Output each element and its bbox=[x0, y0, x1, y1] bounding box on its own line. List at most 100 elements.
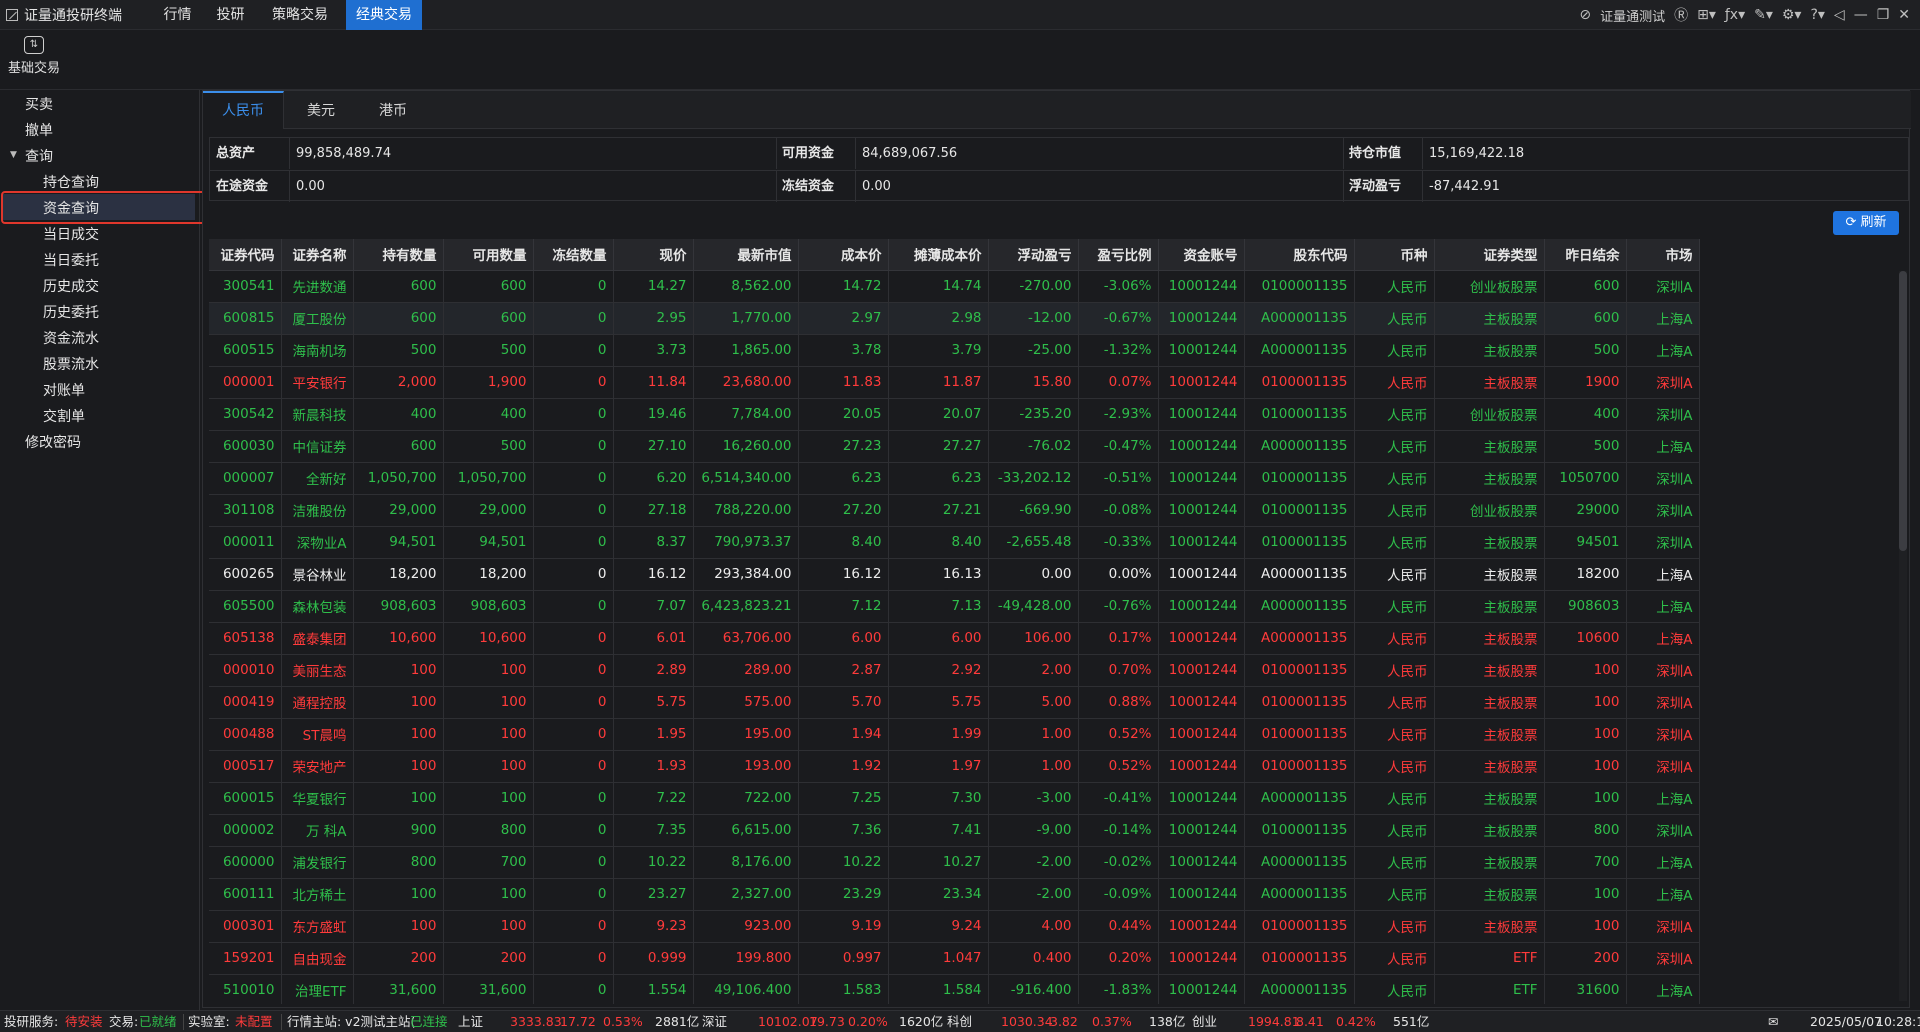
table-cell: 600 bbox=[1544, 302, 1627, 335]
eye-hide-icon[interactable]: ⊘ bbox=[1579, 7, 1591, 23]
sidebar-item-change-password[interactable]: 修改密码 bbox=[25, 431, 81, 455]
tab-hkd[interactable]: 港币 bbox=[357, 91, 429, 129]
sidebar-item-settlement[interactable]: 交割单 bbox=[43, 405, 85, 429]
settings-gear-icon[interactable]: ⚙▾ bbox=[1782, 7, 1802, 23]
table-row[interactable]: 300542 新晨科技 400 400 0 19.46 7,784.00 20.05 20.07… bbox=[209, 398, 1700, 431]
sidebar-item-cancel[interactable]: 撤单 bbox=[25, 119, 53, 143]
back-arrow-icon[interactable]: ◁ bbox=[1834, 7, 1845, 23]
table-row[interactable]: 605138 盛泰集团 10,600 10,600 0 6.01 63,706.00 6.00… bbox=[209, 622, 1700, 655]
column-header[interactable]: 币种 bbox=[1354, 239, 1435, 271]
table-row[interactable]: 600815 厦工股份 600 600 0 2.95 1,770.00 2.97 2.98 -12… bbox=[209, 302, 1700, 335]
column-header[interactable]: 盈亏比例 bbox=[1078, 239, 1159, 271]
table-row[interactable]: 000301 东方盛虹 100 100 0 9.23 923.00 9.19 9.24 4.00 0… bbox=[209, 910, 1700, 943]
table-cell: 289.00 bbox=[693, 654, 799, 687]
table-cell: 20.05 bbox=[798, 398, 889, 431]
table-cell: 0.997 bbox=[798, 942, 889, 975]
refresh-label: 刷新 bbox=[1860, 215, 1887, 230]
minimize-icon[interactable]: — bbox=[1854, 7, 1868, 23]
user-icon[interactable]: Ⓡ bbox=[1674, 5, 1688, 25]
layout-grid-icon[interactable]: ⊞▾ bbox=[1697, 7, 1716, 23]
table-row[interactable]: 000010 美丽生态 100 100 0 2.89 289.00 2.87 2.92 2.00 0… bbox=[209, 654, 1700, 687]
table-cell: 主板股票 bbox=[1434, 526, 1545, 559]
index-sz-label[interactable]: 深证 bbox=[702, 1011, 727, 1032]
index-sh-change: 17.72 bbox=[560, 1014, 596, 1029]
close-icon[interactable]: ✕ bbox=[1898, 7, 1910, 23]
column-header[interactable]: 持有数量 bbox=[353, 239, 444, 271]
table-cell: 人民币 bbox=[1354, 910, 1435, 943]
index-kc-label[interactable]: 科创 bbox=[947, 1011, 972, 1032]
refresh-button[interactable]: ⟳ 刷新 bbox=[1833, 211, 1899, 235]
menu-research[interactable]: 投研 bbox=[208, 0, 253, 30]
table-row[interactable]: 600015 华夏银行 100 100 0 7.22 722.00 7.25 7.30 -3.00… bbox=[209, 782, 1700, 815]
table-cell: -3.00 bbox=[988, 782, 1079, 815]
sidebar-item-today-orders[interactable]: 当日委托 bbox=[43, 249, 99, 273]
column-header[interactable]: 成本价 bbox=[798, 239, 889, 271]
table-row[interactable]: 000011 深物业A 94,501 94,501 0 8.37 790,973.37 8.4… bbox=[209, 526, 1700, 559]
sidebar-item-stock-flow[interactable]: 股票流水 bbox=[43, 353, 99, 377]
table-row[interactable]: 000002 万 科A 900 800 0 7.35 6,615.00 7.36 7.41 -9.… bbox=[209, 814, 1700, 847]
sidebar-item-fund-flow[interactable]: 资金流水 bbox=[43, 327, 99, 351]
table-row[interactable]: 600515 海南机场 500 500 0 3.73 1,865.00 3.78 3.79 -25… bbox=[209, 334, 1700, 367]
basic-trade-button[interactable]: ⇅ 基础交易 bbox=[6, 34, 62, 84]
mail-icon[interactable]: ✉ bbox=[1768, 1011, 1778, 1032]
table-row[interactable]: 605500 森林包装 908,603 908,603 0 7.07 6,423,823.2… bbox=[209, 590, 1700, 623]
sidebar-item-history-trades[interactable]: 历史成交 bbox=[43, 275, 99, 299]
collapse-arrow-icon[interactable]: ▼ bbox=[10, 150, 17, 160]
column-header[interactable]: 市场 bbox=[1626, 239, 1700, 271]
index-cy-label[interactable]: 创业 bbox=[1192, 1011, 1217, 1032]
column-header[interactable]: 冻结数量 bbox=[533, 239, 614, 271]
table-row[interactable]: 000419 通程控股 100 100 0 5.75 575.00 5.70 5.75 5.00 0… bbox=[209, 686, 1700, 719]
username[interactable]: 证量通测试 bbox=[1600, 6, 1665, 25]
column-header[interactable]: 证券类型 bbox=[1434, 239, 1545, 271]
column-header[interactable]: 摊薄成本价 bbox=[888, 239, 989, 271]
table-cell: 2,000 bbox=[353, 366, 444, 399]
table-row[interactable]: 159201 自由现金 200 200 0 0.999 199.800 0.997 1.047 0… bbox=[209, 942, 1700, 975]
table-cell: 400 bbox=[353, 398, 444, 431]
table-cell: 7.30 bbox=[888, 782, 989, 815]
menu-strategy-trading[interactable]: 策略交易 bbox=[262, 0, 338, 30]
table-cell: 300542 bbox=[209, 398, 282, 431]
table-row[interactable]: 600111 北方稀土 100 100 0 23.27 2,327.00 23.29 23.34… bbox=[209, 878, 1700, 911]
app-title-area: 证量通投研终端 bbox=[0, 0, 122, 30]
table-row[interactable]: 000488 ST晨鸣 100 100 0 1.95 195.00 1.94 1.99 1.00 0… bbox=[209, 718, 1700, 751]
table-cell: 20.07 bbox=[888, 398, 989, 431]
index-sh-label[interactable]: 上证 bbox=[458, 1011, 483, 1032]
table-row[interactable]: 000001 平安银行 2,000 1,900 0 11.84 23,680.00 11.83… bbox=[209, 366, 1700, 399]
table-cell: 600265 bbox=[209, 558, 282, 591]
tab-usd[interactable]: 美元 bbox=[285, 91, 357, 129]
sidebar-item-today-trades[interactable]: 当日成交 bbox=[43, 223, 99, 247]
table-row[interactable]: 301108 洁雅股份 29,000 29,000 0 27.18 788,220.00 27… bbox=[209, 494, 1700, 527]
table-row[interactable]: 510010 治理ETF 31,600 31,600 0 1.554 49,106.400 1… bbox=[209, 974, 1700, 1004]
column-header[interactable]: 昨日结余 bbox=[1544, 239, 1627, 271]
column-header[interactable]: 最新市值 bbox=[693, 239, 799, 271]
sidebar-item-statement[interactable]: 对账单 bbox=[43, 379, 85, 403]
table-row[interactable]: 600000 浦发银行 800 700 0 10.22 8,176.00 10.22 10.27… bbox=[209, 846, 1700, 879]
column-header[interactable]: 证券名称 bbox=[281, 239, 354, 271]
tab-rmb[interactable]: 人民币 bbox=[203, 91, 284, 129]
scrollbar-thumb[interactable] bbox=[1899, 271, 1907, 551]
column-header[interactable]: 资金账号 bbox=[1158, 239, 1245, 271]
vertical-scrollbar[interactable] bbox=[1899, 271, 1907, 1001]
sidebar-item-query[interactable]: 查询 bbox=[25, 145, 53, 169]
table-row[interactable]: 000007 全新好 1,050,700 1,050,700 0 6.20 6,514,34… bbox=[209, 462, 1700, 495]
restore-icon[interactable]: ❐ bbox=[1877, 7, 1890, 23]
menu-classic-trading[interactable]: 经典交易 bbox=[346, 0, 422, 30]
column-header[interactable]: 浮动盈亏 bbox=[988, 239, 1079, 271]
sidebar-item-history-orders[interactable]: 历史委托 bbox=[43, 301, 99, 325]
menu-quotes[interactable]: 行情 bbox=[155, 0, 200, 30]
column-header[interactable]: 现价 bbox=[613, 239, 694, 271]
column-header[interactable]: 证券代码 bbox=[209, 239, 282, 271]
table-cell: 510010 bbox=[209, 974, 282, 1004]
table-row[interactable]: 600030 中信证券 600 500 0 27.10 16,260.00 27.23 27.2… bbox=[209, 430, 1700, 463]
table-row[interactable]: 000517 荣安地产 100 100 0 1.93 193.00 1.92 1.97 1.00 0… bbox=[209, 750, 1700, 783]
tools-icon[interactable]: ✎▾ bbox=[1754, 7, 1773, 23]
column-header[interactable]: 可用数量 bbox=[443, 239, 534, 271]
table-row[interactable]: 600265 景谷林业 18,200 18,200 0 16.12 293,384.00 16… bbox=[209, 558, 1700, 591]
column-header[interactable]: 股东代码 bbox=[1244, 239, 1355, 271]
sidebar-item-buy-sell[interactable]: 买卖 bbox=[25, 93, 53, 117]
table-cell: 15.80 bbox=[988, 366, 1079, 399]
table-cell: ETF bbox=[1434, 974, 1545, 1004]
table-row[interactable]: 300541 先进数通 600 600 0 14.27 8,562.00 14.72 14.74… bbox=[209, 270, 1700, 303]
formula-icon[interactable]: ƒx▾ bbox=[1725, 7, 1745, 23]
help-icon[interactable]: ?▾ bbox=[1810, 7, 1824, 23]
